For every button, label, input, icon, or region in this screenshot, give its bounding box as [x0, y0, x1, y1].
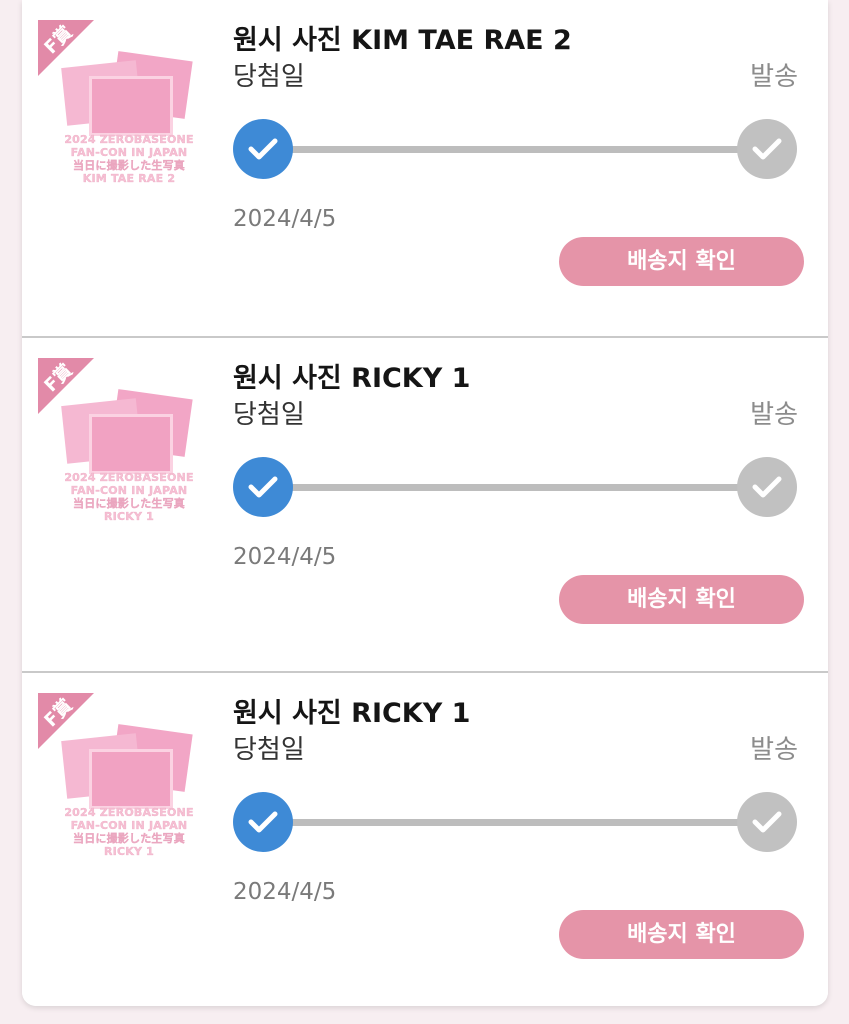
prize-thumbnail: F賞 2024 ZEROBASEONE FAN-CON IN JAPAN 当日に…	[34, 354, 214, 544]
prize-title: 원시 사진 RICKY 1	[233, 698, 471, 729]
step-complete-check-icon	[233, 119, 293, 179]
prize-card[interactable]: F賞 2024 ZEROBASEONE FAN-CON IN JAPAN 当日に…	[22, 673, 828, 1006]
step-label-end: 발송	[750, 400, 798, 430]
step-complete-check-icon	[233, 792, 293, 852]
prize-thumbnail: F賞 2024 ZEROBASEONE FAN-CON IN JAPAN 当日に…	[34, 16, 214, 206]
step-label-start: 당첨일	[233, 62, 305, 92]
step-pending-check-icon	[737, 457, 797, 517]
caption-line: FAN-CON IN JAPAN	[70, 819, 188, 832]
step-label-end: 발송	[750, 735, 798, 765]
caption-line: RICKY 1	[103, 510, 154, 523]
prize-title: 원시 사진 RICKY 1	[233, 363, 471, 394]
step-label-start: 당첨일	[233, 400, 305, 430]
photo-card-front	[89, 76, 173, 136]
check-shipping-address-button[interactable]: 배송지 확인	[559, 237, 804, 286]
thumbnail-caption: 2024 ZEROBASEONE FAN-CON IN JAPAN 当日に撮影し…	[54, 806, 204, 858]
step-label-end: 발송	[750, 62, 798, 92]
caption-line: 当日に撮影した生写真	[73, 159, 185, 172]
step-pending-check-icon	[737, 792, 797, 852]
prize-title: 원시 사진 KIM TAE RAE 2	[233, 25, 572, 56]
step-pending-check-icon	[737, 119, 797, 179]
caption-line: FAN-CON IN JAPAN	[70, 484, 188, 497]
progress-track	[282, 146, 772, 153]
check-shipping-address-button[interactable]: 배송지 확인	[559, 910, 804, 959]
thumbnail-caption: 2024 ZEROBASEONE FAN-CON IN JAPAN 当日に撮影し…	[54, 471, 204, 523]
prize-card[interactable]: F賞 2024 ZEROBASEONE FAN-CON IN JAPAN 当日に…	[22, 0, 828, 335]
check-shipping-address-button[interactable]: 배송지 확인	[559, 575, 804, 624]
win-date: 2024/4/5	[233, 206, 337, 232]
progress-track	[282, 484, 772, 491]
caption-line: KIM TAE RAE 2	[82, 172, 176, 185]
win-date: 2024/4/5	[233, 544, 337, 570]
caption-line: 2024 ZEROBASEONE	[64, 133, 194, 146]
caption-line: RICKY 1	[103, 845, 154, 858]
prize-thumbnail: F賞 2024 ZEROBASEONE FAN-CON IN JAPAN 当日に…	[34, 689, 214, 879]
caption-line: 2024 ZEROBASEONE	[64, 806, 194, 819]
caption-line: 当日に撮影した生写真	[73, 832, 185, 845]
step-label-start: 당첨일	[233, 735, 305, 765]
progress-track	[282, 819, 772, 826]
caption-line: FAN-CON IN JAPAN	[70, 146, 188, 159]
caption-line: 当日に撮影した生写真	[73, 497, 185, 510]
caption-line: 2024 ZEROBASEONE	[64, 471, 194, 484]
thumbnail-caption: 2024 ZEROBASEONE FAN-CON IN JAPAN 当日に撮影し…	[54, 133, 204, 185]
photo-card-front	[89, 414, 173, 474]
step-complete-check-icon	[233, 457, 293, 517]
win-date: 2024/4/5	[233, 879, 337, 905]
photo-card-front	[89, 749, 173, 809]
prize-list-panel: F賞 2024 ZEROBASEONE FAN-CON IN JAPAN 当日に…	[22, 0, 828, 1006]
prize-card[interactable]: F賞 2024 ZEROBASEONE FAN-CON IN JAPAN 当日に…	[22, 338, 828, 673]
